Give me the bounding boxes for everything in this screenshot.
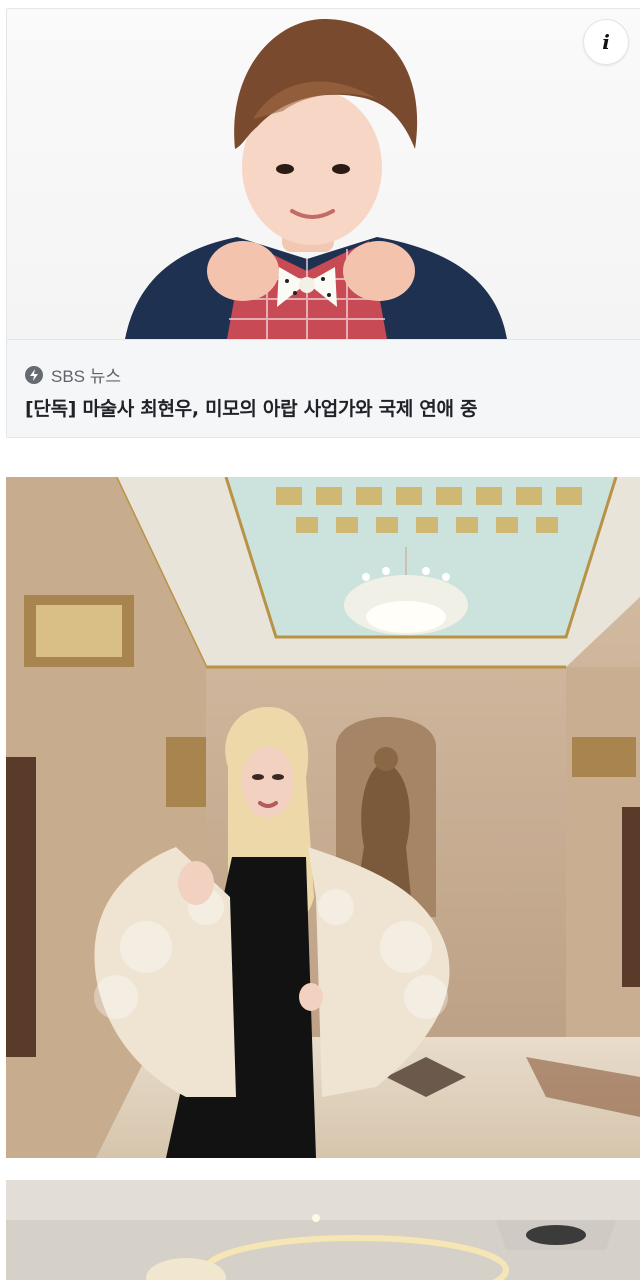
source-name: SBS 뉴스 — [51, 367, 122, 386]
news-meta: SBS 뉴스 [단독] 마술사 최현우, 미모의 아랍 사업가와 국제 연애 중 — [7, 339, 640, 437]
news-source: SBS 뉴스 — [25, 362, 121, 387]
ceiling-photo[interactable] — [6, 1180, 640, 1280]
ceiling-light-image — [6, 1180, 640, 1280]
info-icon[interactable]: i — [583, 19, 629, 65]
boy-portrait-image — [125, 18, 507, 339]
news-headline[interactable]: [단독] 마술사 최현우, 미모의 아랍 사업가와 국제 연애 중 — [25, 394, 625, 421]
news-card[interactable]: i SBS 뉴스 [단독] 마술사 최현우, 미모의 아랍 사업가와 국제 연애… — [6, 8, 640, 438]
bolt-icon — [25, 365, 43, 384]
lobby-photo[interactable] — [6, 477, 640, 1158]
news-thumbnail[interactable]: i — [7, 9, 640, 339]
woman-in-lobby-image — [6, 477, 640, 1158]
